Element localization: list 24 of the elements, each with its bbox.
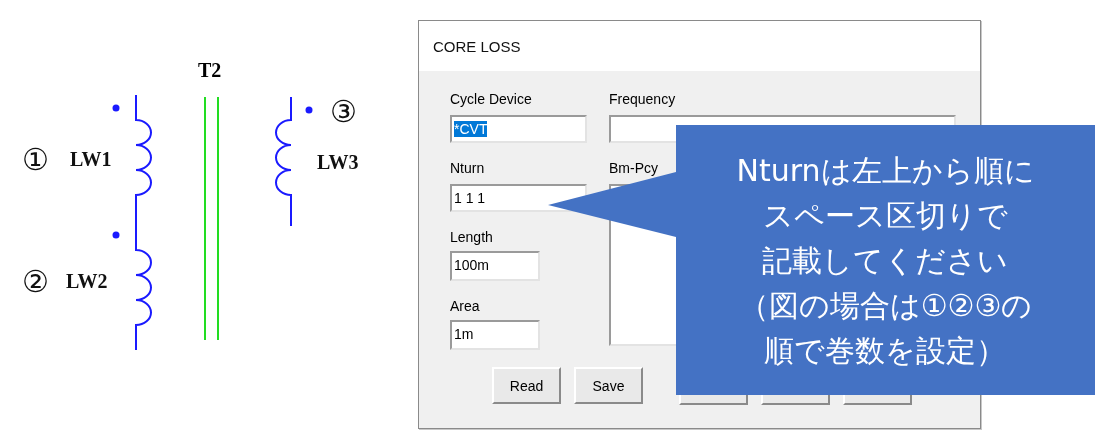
polarity-dot	[305, 106, 313, 114]
input-field[interactable]: 1 1 1	[450, 184, 587, 212]
field-label: Frequency	[609, 91, 676, 107]
input-field[interactable]: 100m	[450, 251, 540, 281]
dialog-button[interactable]: Save	[574, 367, 643, 404]
input-field[interactable]: 1m	[450, 320, 540, 350]
dialog-button[interactable]: Read	[492, 367, 561, 404]
input-field[interactable]: *CVT	[450, 115, 587, 143]
field-label: Length	[450, 229, 493, 245]
polarity-dot	[112, 104, 120, 112]
winding-label: LW1	[70, 147, 112, 171]
winding-number: ②	[22, 267, 49, 297]
field-label: Cycle Device	[450, 91, 532, 107]
winding-number: ①	[22, 145, 49, 175]
polarity-dot	[112, 231, 120, 239]
winding-label: LW3	[317, 150, 359, 174]
callout-text: Nturnは左上から順に スペース区切りで 記載してください （図の場合は①②③の 順で巻数を設定）	[736, 151, 1035, 370]
field-label: Bm-Pcy	[609, 160, 658, 176]
field-label: Area	[450, 298, 480, 314]
transformer-label: T2	[198, 58, 222, 82]
winding-label: LW2	[66, 269, 108, 293]
field-label: Nturn	[450, 160, 485, 176]
winding-number: ③	[330, 97, 357, 127]
window-title: CORE LOSS	[433, 37, 521, 55]
